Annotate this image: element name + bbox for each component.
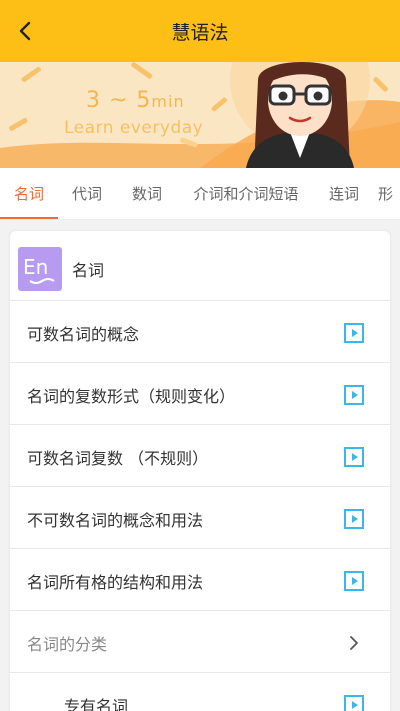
tab-pronoun[interactable]: 代词 [58, 168, 116, 219]
tab-preposition[interactable]: 介词和介词短语 [178, 168, 314, 219]
lesson-title: 名词的复数形式（规则变化） [27, 387, 236, 406]
lesson-row[interactable]: 可数名词的概念 [10, 301, 390, 363]
banner-duration-text: 3 ~ 5min [86, 88, 185, 113]
play-icon [344, 571, 364, 591]
page-title: 慧语法 [171, 21, 229, 44]
chevron-left-icon [19, 21, 31, 41]
banner-illustration [0, 62, 400, 168]
svg-text:En: En [23, 255, 48, 279]
en-logo: En [18, 247, 62, 291]
tab-conjunction[interactable]: 连词 [314, 168, 374, 219]
lesson-title: 专有名词 [64, 697, 129, 711]
play-icon [344, 509, 364, 529]
category-tabs: 名词 代词 数词 介词和介词短语 连词 形 [0, 168, 400, 220]
en-logo-icon: En [23, 255, 55, 284]
card-title: 名词 [72, 261, 105, 280]
promo-banner: 3 ~ 5min Learn everyday [0, 62, 400, 168]
card-header: En 名词 [10, 231, 390, 301]
play-icon [344, 385, 364, 405]
play-icon [344, 323, 364, 343]
lesson-row[interactable]: 名词的复数形式（规则变化） [10, 363, 390, 425]
lesson-title: 可数名词复数 （不规则） [27, 449, 209, 468]
play-icon [344, 695, 364, 711]
tab-noun[interactable]: 名词 [0, 168, 58, 219]
tab-adjective[interactable]: 形 [378, 168, 400, 219]
lesson-title: 可数名词的概念 [27, 325, 140, 344]
lesson-row[interactable]: 不可数名词的概念和用法 [10, 487, 390, 549]
play-icon [344, 447, 364, 467]
lesson-title: 名词所有格的结构和用法 [27, 573, 204, 592]
lesson-card: En 名词 可数名词的概念 名词的复数形式（规则变化） 可数名词复数 （不规则）… [10, 231, 390, 711]
top-app-bar: 慧语法 [0, 0, 400, 62]
lesson-row[interactable]: 可数名词复数 （不规则） [10, 425, 390, 487]
lesson-row[interactable]: 名词所有格的结构和用法 [10, 549, 390, 611]
back-button[interactable] [8, 13, 44, 49]
lesson-title: 不可数名词的概念和用法 [27, 511, 204, 530]
banner-slogan: Learn everyday [64, 118, 204, 138]
chevron-right-icon [350, 636, 358, 650]
lesson-row[interactable]: 专有名词 [10, 673, 390, 711]
active-tab-indicator [0, 217, 58, 219]
tab-numeral[interactable]: 数词 [116, 168, 178, 219]
lesson-group-row[interactable]: 名词的分类 [10, 611, 390, 673]
lesson-group-title: 名词的分类 [27, 635, 108, 654]
